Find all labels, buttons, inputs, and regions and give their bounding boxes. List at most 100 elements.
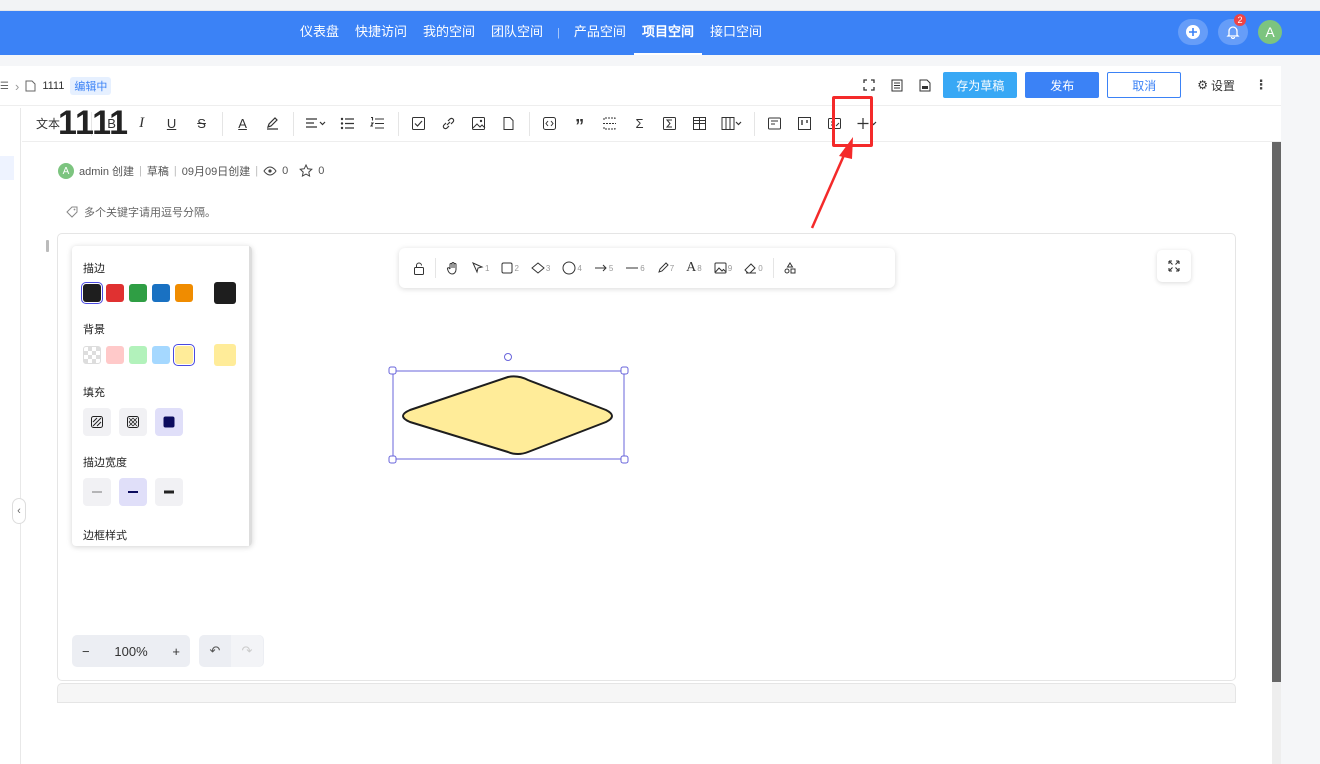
undo-icon[interactable]: ↶ [199, 635, 231, 667]
toolbar-separator [221, 111, 223, 136]
meta-separator: | [255, 165, 259, 177]
task-list-icon[interactable] [404, 111, 434, 137]
user-avatar[interactable]: A [1258, 20, 1282, 44]
resize-handle-se[interactable] [620, 455, 629, 464]
quote-icon[interactable]: ” [565, 111, 595, 137]
toolbar-separator [397, 111, 399, 136]
zoom-level[interactable]: 100% [114, 644, 147, 659]
highlight-pen-icon[interactable] [258, 111, 288, 137]
toolbar-separator [292, 111, 294, 136]
cancel-button[interactable]: 取消 [1107, 72, 1182, 98]
nav-separator: | [557, 27, 560, 39]
whiteboard-canvas[interactable]: 描边 背景 填充 描边宽度 边框样式 1 2 3 4 5 6 7 A 8 9 0… [57, 233, 1236, 681]
nav-item-quick-access[interactable]: 快捷访问 [347, 11, 415, 55]
tags-input[interactable]: 多个关键字请用逗号分隔。 [66, 204, 216, 220]
status-badge: 编辑中 [70, 77, 112, 95]
toolbar-separator [753, 111, 755, 136]
nav-item-team-space[interactable]: 团队空间 [483, 11, 551, 55]
diamond-shape[interactable] [402, 375, 613, 455]
sidebar-collapse-toggle[interactable]: ‹ [12, 498, 26, 524]
zoom-controls: − 100% + [72, 635, 190, 667]
zoom-out-button[interactable]: − [82, 644, 90, 659]
fullscreen-icon[interactable] [859, 75, 879, 95]
gear-icon: ⚙ [1197, 78, 1208, 92]
underline-icon[interactable]: U [157, 111, 187, 137]
formula-block-icon[interactable] [655, 111, 685, 137]
redo-icon[interactable]: ↷ [231, 635, 263, 667]
save-draft-button[interactable]: 存为草稿 [943, 72, 1018, 98]
divider-icon[interactable] [595, 111, 625, 137]
attachment-file-icon[interactable] [494, 111, 524, 137]
undo-redo-controls: ↶ ↷ [199, 635, 264, 667]
created-date: 09月09日创建 [181, 166, 251, 178]
kanban-icon[interactable] [790, 111, 820, 137]
export-icon[interactable] [915, 75, 935, 95]
resize-handle-nw[interactable] [388, 366, 397, 375]
columns-dropdown-icon[interactable] [715, 111, 749, 137]
bell-icon [1226, 26, 1240, 39]
document-actions: 存为草稿 发布 取消 ⚙ 设置 ⋮ [859, 72, 1271, 98]
breadcrumb: ☰ › 1111 编辑中 [0, 77, 112, 95]
notifications-button[interactable]: 2 [1218, 14, 1248, 45]
author-created: admin 创建 [79, 166, 135, 178]
rotation-handle[interactable] [504, 353, 512, 361]
text-style-label: 文本 [36, 117, 61, 131]
toolbar-separator [528, 111, 530, 136]
ordered-list-icon[interactable] [363, 111, 393, 137]
annotation-highlight-box [832, 96, 873, 147]
doc-state: 草稿 [146, 166, 169, 178]
top-navbar: 仪表盘 快捷访问 我的空间 团队空间 | 产品空间 项目空间 接口空间 2 A [0, 11, 1320, 55]
chevron-left-icon: ‹ [17, 505, 21, 517]
sigma-icon[interactable]: Σ [625, 111, 655, 137]
nav-menu: 仪表盘 快捷访问 我的空间 团队空间 | 产品空间 项目空间 接口空间 [292, 11, 770, 55]
settings-label: 设置 [1210, 78, 1235, 93]
top-strip [0, 0, 1320, 11]
tag-icon [66, 206, 78, 218]
view-count: 0 [282, 165, 289, 177]
document-meta: A admin 创建 | 草稿 | 09月09日创建 | 0 0 [58, 163, 324, 179]
sidebar-selected-item[interactable] [0, 156, 14, 180]
plus-circle-icon [1186, 25, 1200, 39]
page-scrollbar[interactable] [1272, 142, 1281, 764]
image-icon[interactable] [464, 111, 494, 137]
star-icon[interactable] [299, 164, 314, 178]
align-dropdown-icon[interactable] [299, 111, 333, 137]
nav-item-dashboard[interactable]: 仪表盘 [292, 11, 347, 55]
more-vertical-icon[interactable]: ⋮ [1251, 75, 1271, 95]
block-drag-handle[interactable] [46, 240, 49, 252]
left-sidebar-gutter [0, 108, 21, 764]
meta-separator: | [139, 165, 142, 177]
bullet-list-icon[interactable] [333, 111, 363, 137]
callout-icon[interactable] [760, 111, 790, 137]
page-title[interactable]: 1111 [58, 104, 128, 143]
nav-item-my-space[interactable]: 我的空间 [415, 11, 483, 55]
canvas-shapes [388, 353, 629, 464]
nav-item-project-space[interactable]: 项目空间 [633, 11, 702, 55]
publish-button[interactable]: 发布 [1025, 72, 1100, 98]
breadcrumb-doc-name[interactable]: 1111 [42, 80, 64, 92]
nav-item-api-space[interactable]: 接口空间 [702, 11, 770, 55]
resize-handle-sw[interactable] [388, 455, 397, 464]
font-color-icon[interactable]: A [228, 111, 258, 137]
document-header-bar: ☰ › 1111 编辑中 存为草稿 发布 取消 ⚙ 设置 ⋮ [0, 66, 1281, 106]
strikethrough-icon[interactable]: S [187, 111, 217, 137]
author-avatar: A [58, 163, 74, 179]
link-icon[interactable] [434, 111, 464, 137]
create-button[interactable] [1178, 19, 1208, 45]
meta-separator: | [173, 165, 177, 177]
resize-handle-ne[interactable] [620, 366, 629, 375]
nav-item-product-space[interactable]: 产品空间 [566, 11, 634, 55]
zoom-in-button[interactable]: + [172, 644, 180, 659]
eye-icon [263, 166, 277, 176]
settings-button[interactable]: ⚙ 设置 [1189, 77, 1243, 94]
scrollbar-thumb[interactable] [1272, 142, 1281, 682]
italic-icon[interactable]: I [127, 111, 157, 137]
tags-placeholder: 多个关键字请用逗号分隔。 [84, 207, 216, 219]
notification-badge: 2 [1234, 14, 1246, 26]
code-block-icon[interactable] [535, 111, 565, 137]
doc-tree-icon[interactable]: ☰ [0, 81, 9, 92]
table-icon[interactable] [685, 111, 715, 137]
outline-icon[interactable] [887, 75, 907, 95]
document-icon [25, 80, 36, 92]
nav-right-actions: 2 A [1178, 14, 1282, 45]
